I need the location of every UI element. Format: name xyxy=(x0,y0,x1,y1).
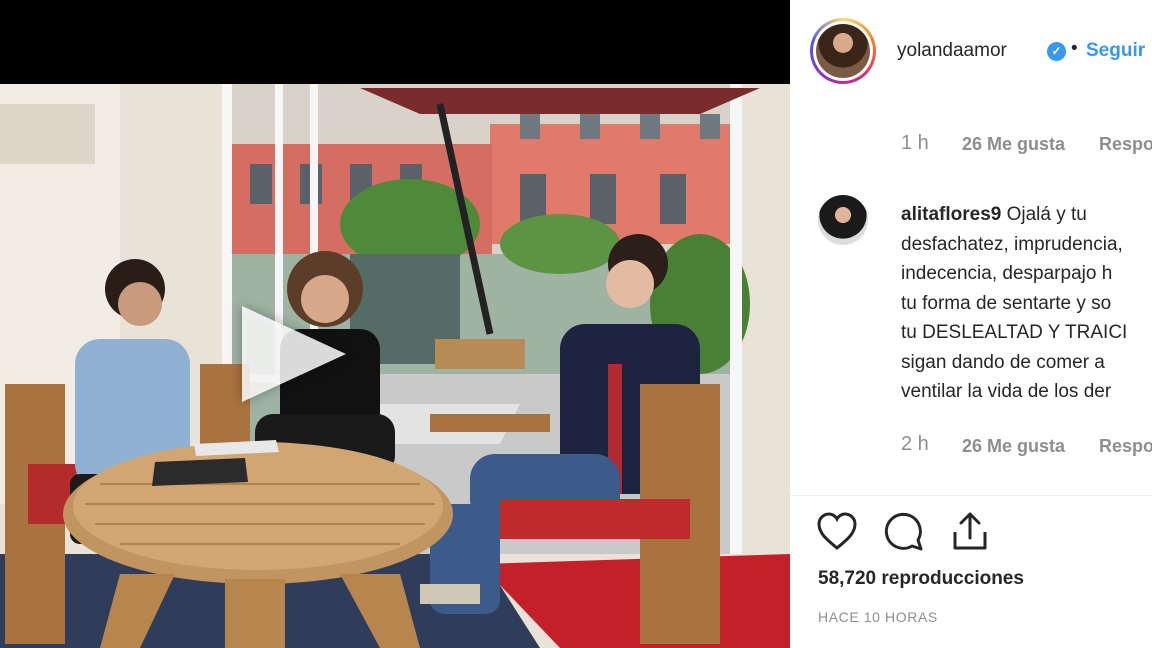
comment-icon[interactable] xyxy=(882,510,924,552)
separator-dot: • xyxy=(1071,38,1078,59)
reply-button[interactable]: Responder xyxy=(1099,436,1152,457)
heart-icon[interactable] xyxy=(816,511,858,551)
divider xyxy=(790,495,1152,496)
comment-likes[interactable]: 26 Me gusta xyxy=(962,436,1065,457)
post-username[interactable]: yolandaamor xyxy=(897,40,1007,62)
play-icon[interactable] xyxy=(242,306,346,402)
reply-button[interactable]: Responder xyxy=(1099,134,1152,155)
avatar[interactable] xyxy=(810,18,876,84)
avatar[interactable] xyxy=(818,195,868,245)
comment-likes[interactable]: 26 Me gusta xyxy=(962,134,1065,155)
comment-line: sigan dando de comer a xyxy=(901,351,1105,373)
comment-line: desfachatez, imprudencia, xyxy=(901,233,1123,255)
comment-line: tu DESLEALTAD Y TRAICI xyxy=(901,322,1128,343)
video-player[interactable] xyxy=(0,0,790,648)
comment-line: Ojalá y tu xyxy=(1006,204,1087,225)
post-header: yolandaamor ✓ • Seguir xyxy=(790,0,1152,104)
comment-username[interactable]: alitaflores9 xyxy=(901,204,1001,225)
post-side-panel: yolandaamor ✓ • Seguir 1 h 26 Me gusta R… xyxy=(790,0,1152,648)
view-count[interactable]: 58,720 reproducciones xyxy=(818,568,1024,590)
comment-body: alitaflores9 Ojalá y tu desfachatez, imp… xyxy=(901,200,1152,407)
video-frame xyxy=(0,84,790,648)
follow-button[interactable]: Seguir xyxy=(1086,40,1145,62)
comment-time[interactable]: 2 h xyxy=(901,433,929,456)
comment-line: ventilar la vida de los der xyxy=(901,381,1112,402)
share-icon[interactable] xyxy=(950,510,990,552)
comment-time[interactable]: 1 h xyxy=(901,132,929,155)
post-timestamp[interactable]: HACE 10 HORAS xyxy=(818,609,938,625)
verified-badge-icon: ✓ xyxy=(1047,42,1066,61)
comment-line: indecencia, desparpajo h xyxy=(901,263,1113,284)
comment-line: tu forma de sentarte y so xyxy=(901,292,1112,314)
